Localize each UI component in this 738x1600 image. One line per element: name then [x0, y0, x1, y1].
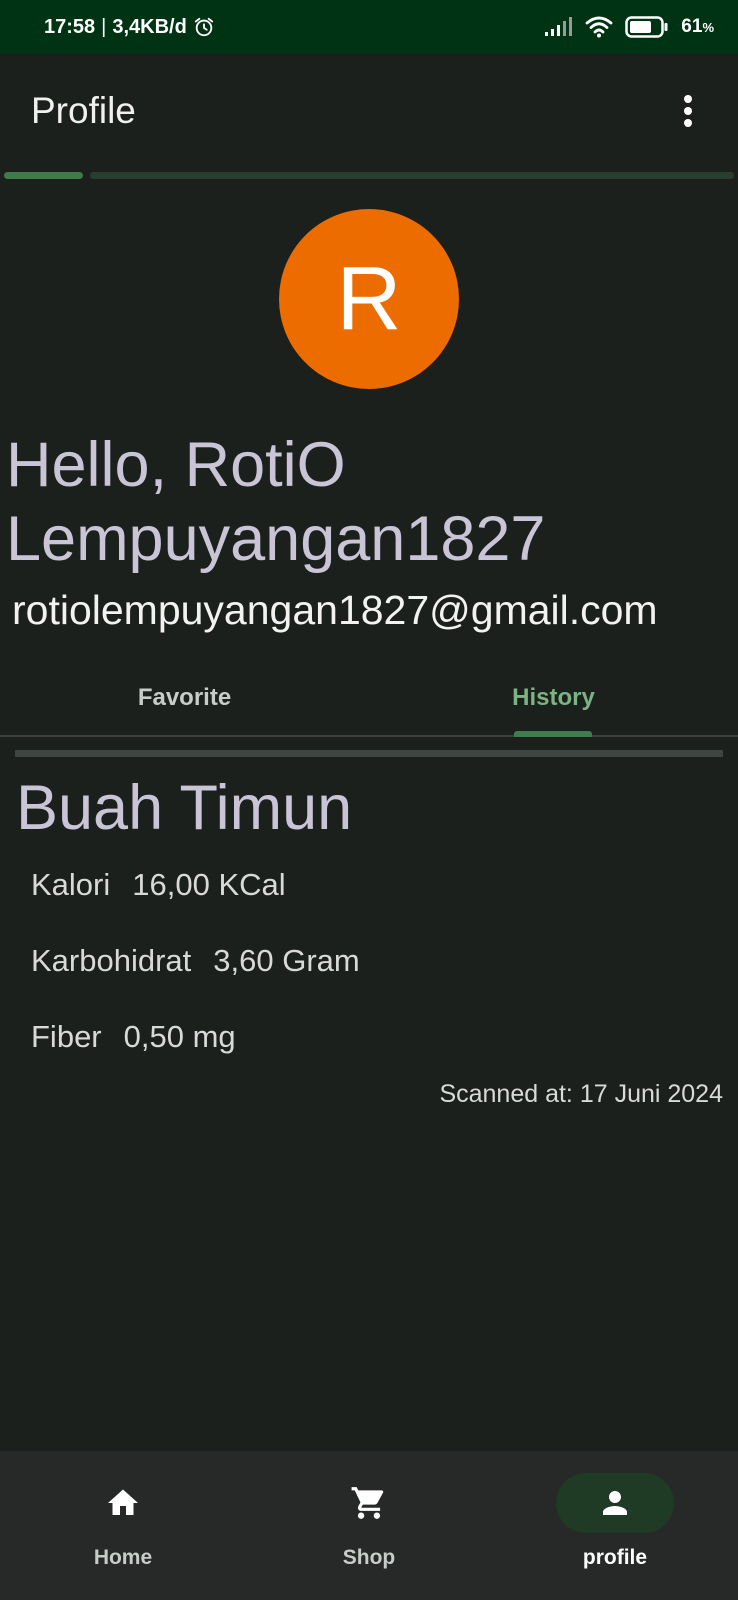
avatar: R — [279, 209, 459, 389]
tab-history[interactable]: History — [369, 660, 738, 737]
home-icon — [108, 1489, 138, 1515]
battery-percent-unit: % — [702, 20, 714, 35]
nav-home-icon-wrap — [64, 1473, 182, 1533]
nav-home[interactable]: Home — [0, 1451, 246, 1600]
status-time: 17:58 — [44, 15, 96, 38]
nav-home-label: Home — [93, 1546, 153, 1569]
progress-track — [90, 172, 734, 179]
more-options-icon[interactable] — [668, 91, 708, 131]
tab-bar: Favorite History — [0, 660, 738, 737]
nav-shop-label: Shop — [342, 1546, 396, 1569]
loading-progress — [4, 172, 734, 179]
food-title: Buah Timun — [16, 773, 353, 843]
nav-profile-label: profile — [582, 1546, 648, 1569]
wifi-icon — [585, 16, 613, 38]
status-right: 61% — [545, 16, 714, 38]
status-bar: 17:58 | 3,4KB/d 61% — [0, 0, 738, 54]
nutrient-value: 16,00 KCal — [132, 867, 286, 902]
signal-icon — [545, 17, 573, 36]
nutrient-label: Kalori — [31, 867, 111, 902]
status-separator: | — [101, 15, 107, 38]
battery-icon — [625, 16, 668, 38]
progress-fill — [4, 172, 83, 179]
greeting-text: Hello, RotiO Lempuyangan1827 — [6, 430, 546, 574]
nav-profile-icon-wrap — [556, 1473, 674, 1533]
nutrient-label: Fiber — [31, 1019, 102, 1054]
user-email: rotiolempuyangan1827@gmail.com — [12, 587, 658, 633]
nutrient-row-karbohidrat: Karbohidrat 3,60 Gram — [31, 943, 360, 979]
avatar-letter: R — [336, 248, 402, 349]
alarm-icon — [194, 17, 213, 37]
nutrient-label: Karbohidrat — [31, 943, 192, 978]
scanned-at-text: Scanned at: 17 Juni 2024 — [439, 1080, 723, 1108]
nav-shop[interactable]: Shop — [246, 1451, 492, 1600]
tab-history-label: History — [512, 683, 595, 711]
status-left: 17:58 | 3,4KB/d — [44, 16, 215, 39]
battery-percent-value: 61 — [681, 16, 703, 37]
nutrient-value: 0,50 mg — [123, 1019, 236, 1054]
tab-favorite-label: Favorite — [137, 683, 232, 711]
tab-active-indicator — [514, 731, 592, 737]
nav-profile[interactable]: profile — [492, 1451, 738, 1600]
bottom-navigation: Home Shop profile — [0, 1451, 738, 1600]
nav-shop-icon-wrap — [310, 1473, 428, 1533]
battery-percent: 61% — [681, 16, 714, 38]
cart-icon — [351, 1487, 384, 1519]
app-bar: Profile — [0, 54, 738, 168]
network-speed: 3,4KB/d — [112, 15, 187, 38]
page-title: Profile — [31, 90, 136, 131]
nutrient-row-fiber: Fiber 0,50 mg — [31, 1019, 236, 1055]
person-icon — [603, 1491, 627, 1515]
nutrient-row-kalori: Kalori 16,00 KCal — [31, 867, 286, 903]
profile-screen: 17:58 | 3,4KB/d 61% Profile R Hello, Rot… — [0, 0, 738, 1600]
tab-favorite[interactable]: Favorite — [0, 660, 369, 735]
card-divider — [15, 750, 723, 757]
nutrient-value: 3,60 Gram — [213, 943, 360, 978]
